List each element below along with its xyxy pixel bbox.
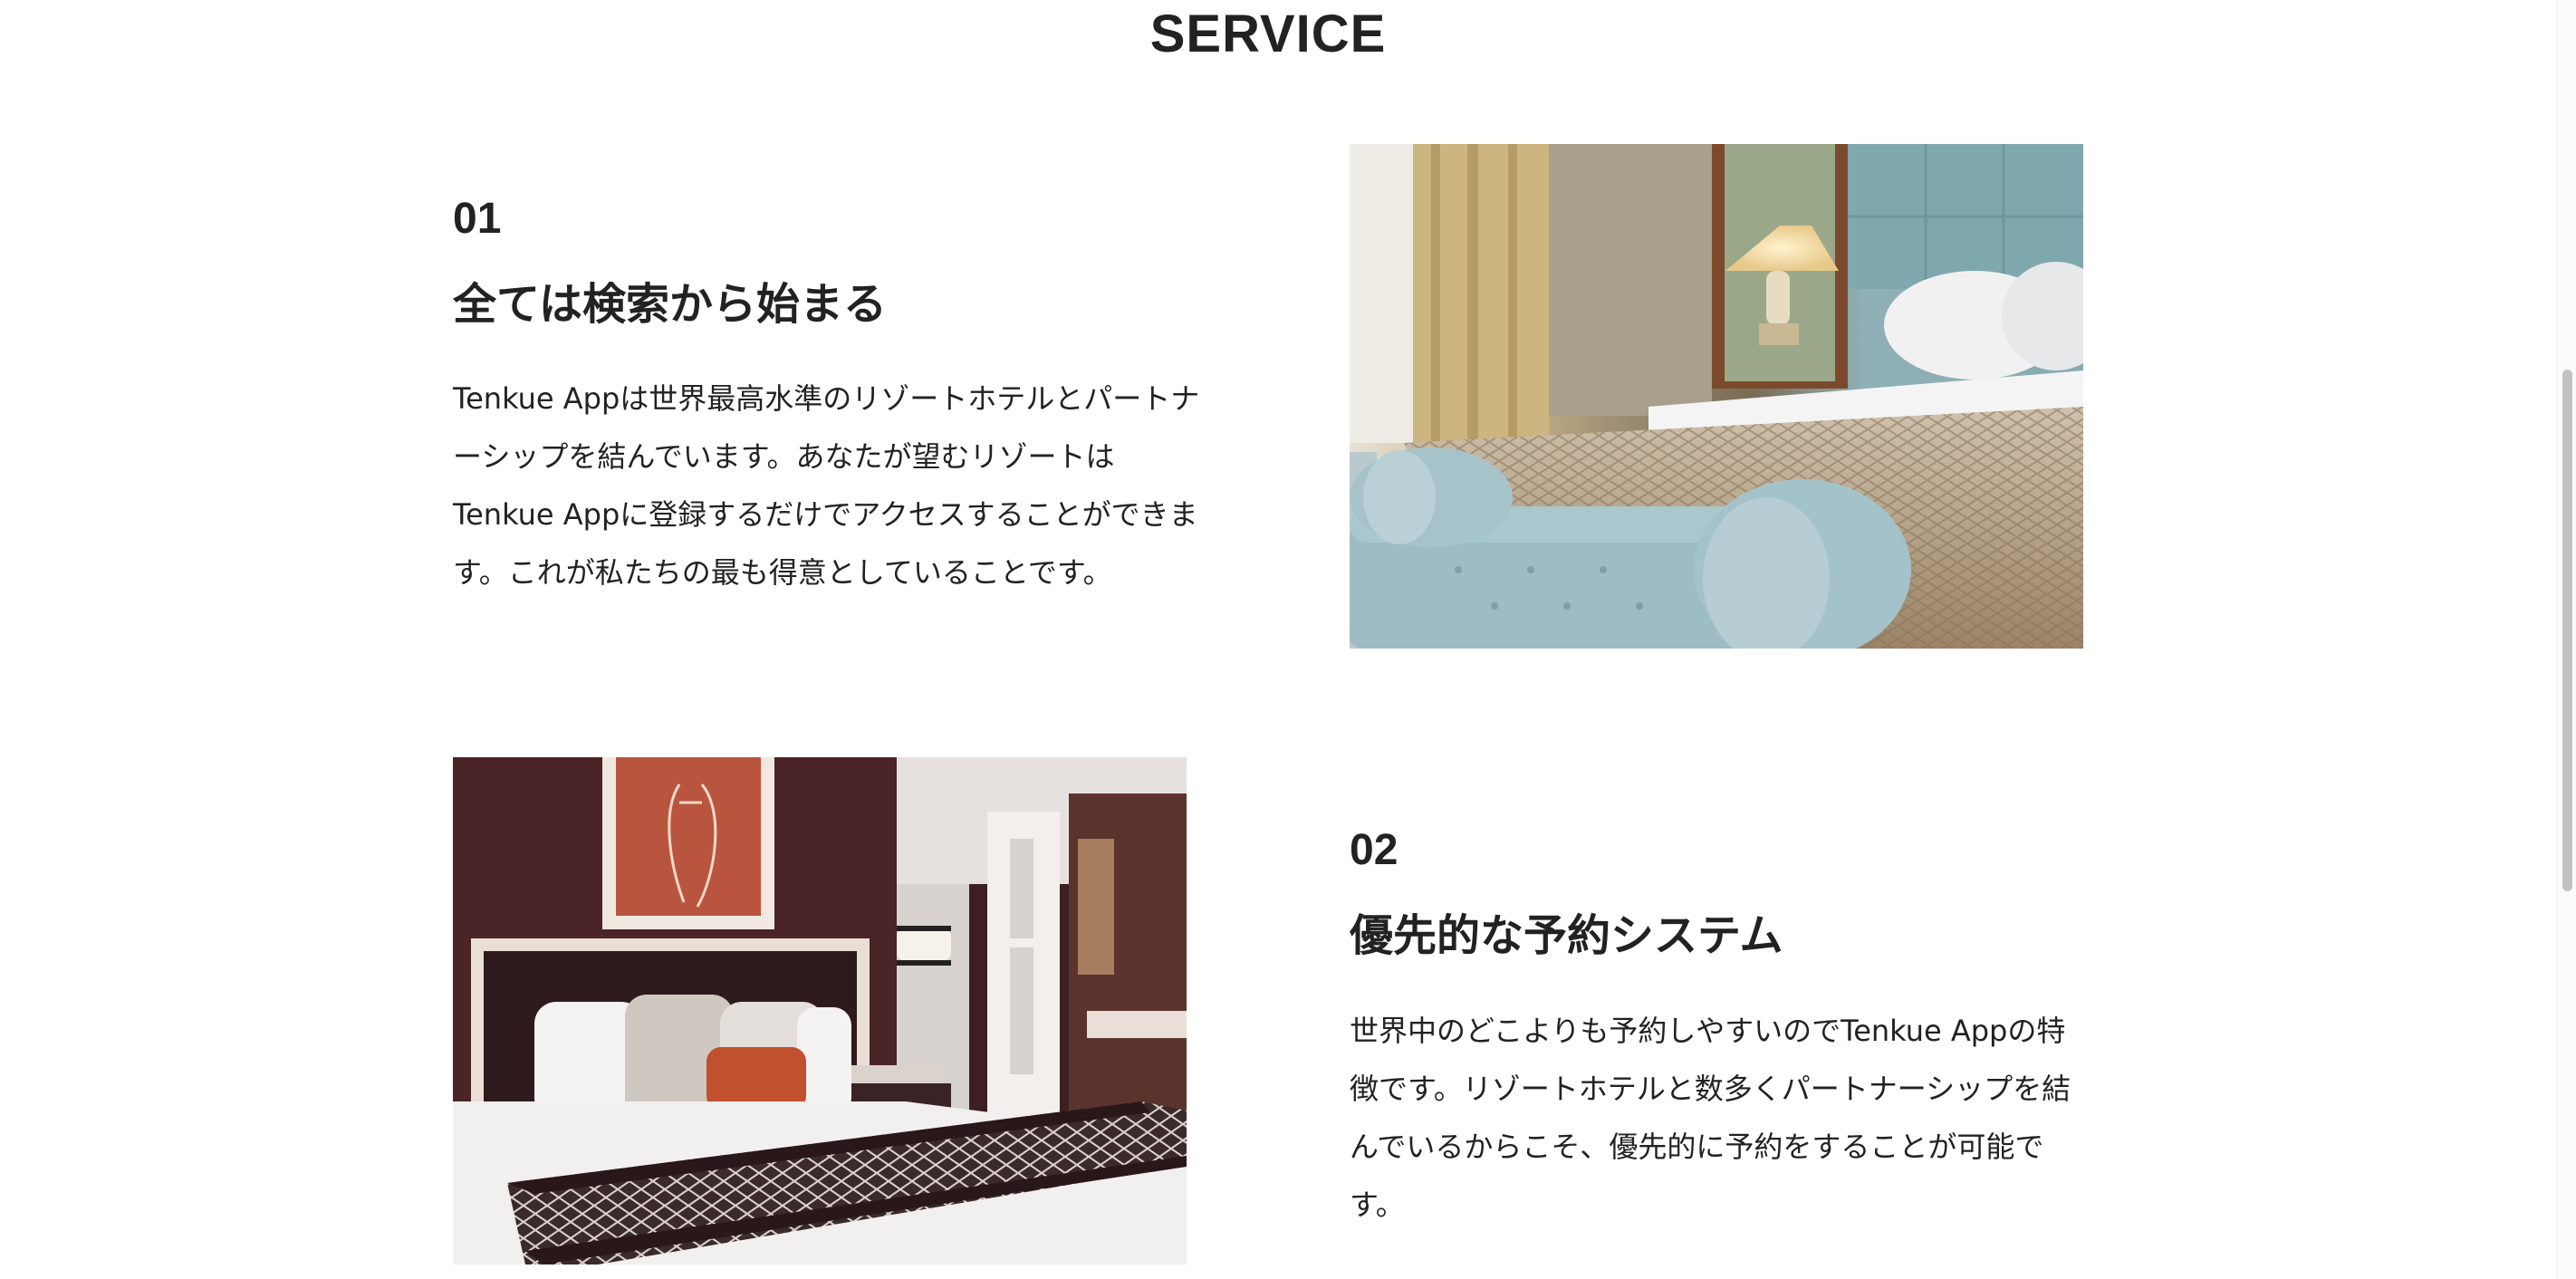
service-1-description-line: Tenkue Appは世界最高水準のリゾートホテルとパートナ bbox=[453, 381, 1200, 416]
service-1-heading: 全ては検索から始まる bbox=[453, 279, 888, 330]
service-2-description-line: 徴です。リゾートホテルと数多くパートナーシップを結 bbox=[1350, 1072, 2071, 1106]
service-page: SERVICE 01 全ては検索から始まる Tenkue Appは世界最高水準の… bbox=[0, 0, 2556, 1279]
service-2-description-line: 世界中のどこよりも予約しやすいのでTenkue Appの特 bbox=[1350, 1014, 2066, 1048]
scrollbar-thumb[interactable] bbox=[2562, 370, 2572, 891]
service-2-number: 02 bbox=[1350, 826, 1399, 874]
service-2-description: 世界中のどこよりも予約しやすいのでTenkue Appの特 徴です。リゾートホテ… bbox=[1350, 1002, 2071, 1234]
service-1-number: 01 bbox=[453, 195, 502, 243]
service-2-description-line: んでいるからこそ、優先的に予約をすることが可能で bbox=[1350, 1130, 2044, 1164]
service-1-description: Tenkue Appは世界最高水準のリゾートホテルとパートナ ーシップを結んでい… bbox=[453, 370, 1199, 601]
service-1-description-line: ーシップを結んでいます。あなたが望むリゾートは bbox=[453, 439, 1115, 474]
service-1-description-line: Tenkue Appに登録するだけでアクセスすることができま bbox=[453, 497, 1198, 532]
service-1-photo bbox=[1350, 144, 2083, 649]
service-2-heading: 優先的な予約システム bbox=[1350, 910, 1783, 961]
service-2-description-line: す。 bbox=[1350, 1188, 1405, 1222]
page-scrollbar[interactable] bbox=[2556, 0, 2576, 1279]
service-2-photo bbox=[453, 757, 1187, 1265]
section-title: SERVICE bbox=[1149, 5, 1387, 63]
service-1-description-line: す。これが私たちの最も得意としていることです。 bbox=[453, 555, 1112, 590]
